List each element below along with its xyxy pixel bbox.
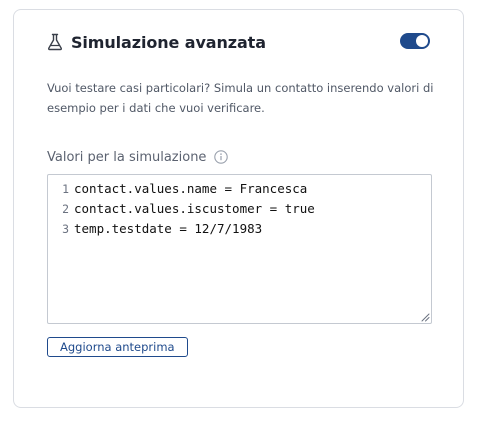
flask-icon — [47, 33, 63, 51]
advanced-simulation-toggle[interactable] — [400, 33, 430, 49]
code-line: 3 temp.testdate = 12/7/1983 — [48, 219, 431, 239]
panel-title: Simulazione avanzata — [71, 32, 266, 52]
line-text: temp.testdate = 12/7/1983 — [74, 221, 263, 236]
simulation-values-label-row: Valori per la simulazione — [47, 147, 229, 167]
panel-header: Simulazione avanzata — [47, 26, 430, 58]
code-line: 2 contact.values.iscustomer = true — [48, 199, 431, 219]
simulation-panel: Simulazione avanzata Vuoi testare casi p… — [13, 9, 464, 408]
simulation-values-editor[interactable]: 1 contact.values.name = Francesca 2 cont… — [47, 174, 432, 324]
line-number: 3 — [62, 222, 69, 236]
panel-description: Vuoi testare casi particolari? Simula un… — [47, 81, 434, 115]
code-line: 1 contact.values.name = Francesca — [48, 179, 431, 199]
line-number: 2 — [62, 202, 69, 216]
resize-handle-icon[interactable] — [421, 313, 430, 322]
line-text: contact.values.name = Francesca — [74, 181, 308, 196]
toggle-knob — [416, 35, 428, 47]
line-text: contact.values.iscustomer = true — [74, 201, 315, 216]
line-number: 1 — [62, 182, 69, 196]
info-icon[interactable] — [214, 150, 229, 164]
update-preview-button[interactable]: Aggiorna anteprima — [47, 337, 188, 357]
simulation-values-label: Valori per la simulazione — [47, 149, 207, 165]
